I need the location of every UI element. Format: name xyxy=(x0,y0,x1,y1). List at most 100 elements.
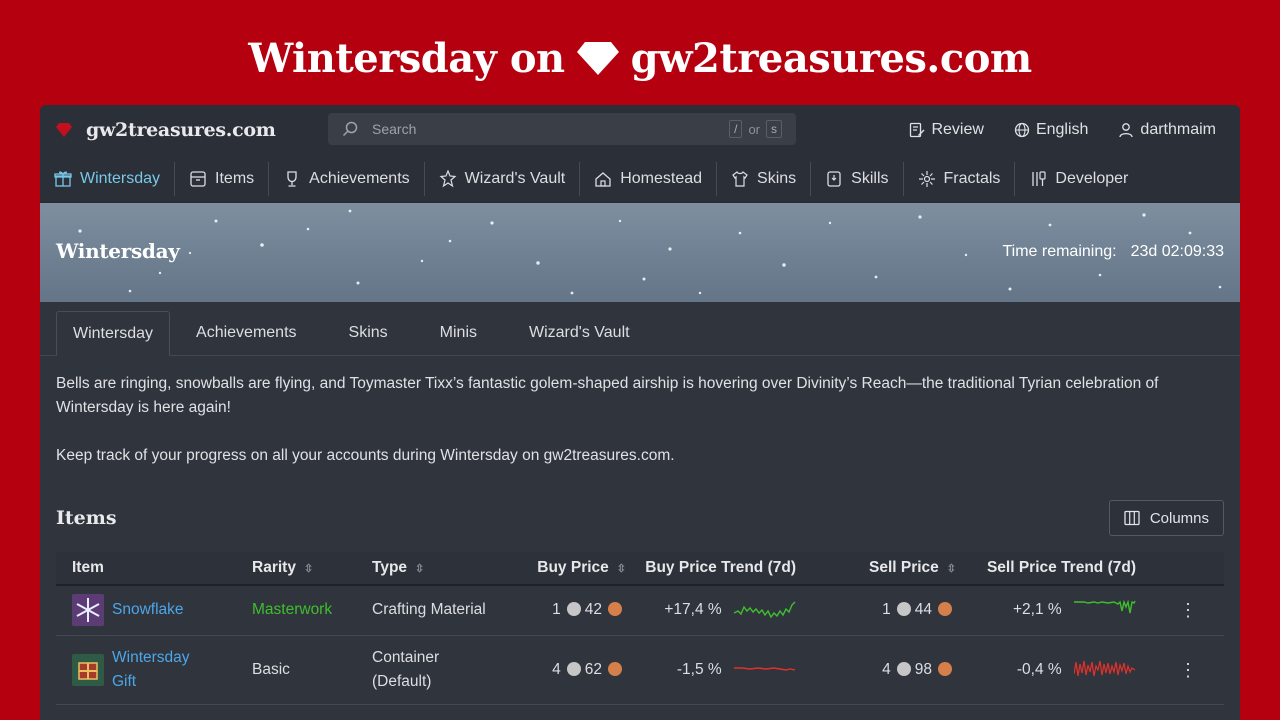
item-cell: Wintersday Gift xyxy=(56,635,236,705)
column-header-actions xyxy=(1136,552,1224,586)
buy-trend-sparkline xyxy=(733,601,796,619)
search-shortcut-key-s: s xyxy=(766,120,782,138)
type-cell: Container (Default) xyxy=(356,635,496,705)
banner-title-site: gw2treasures.com xyxy=(630,34,1033,82)
nav-label: Homestead xyxy=(620,169,703,187)
nav-label: Wintersday xyxy=(80,169,161,187)
sell-price-cell: 4 98 xyxy=(796,635,956,705)
column-header-item: Item xyxy=(56,552,236,586)
nav-item-homestead[interactable]: Homestead xyxy=(580,161,718,196)
item-link[interactable]: Snowflake xyxy=(112,601,184,619)
buy-price-cell: 1 42 xyxy=(496,585,626,636)
nav-item-developer[interactable]: Developer xyxy=(1015,162,1142,196)
tab-achievements[interactable]: Achievements xyxy=(170,310,323,355)
search-shortcut-or: or xyxy=(748,121,760,137)
silver-coin-icon xyxy=(896,661,911,676)
skill-icon xyxy=(827,170,841,187)
snowflake-item-icon xyxy=(72,594,104,627)
tab-wizards-vault[interactable]: Wizard's Vault xyxy=(503,310,656,355)
silver-coin-icon xyxy=(566,602,581,617)
user-menu[interactable]: darthmaim xyxy=(1118,121,1216,139)
search-icon xyxy=(342,121,358,137)
nav-item-wizards-vault[interactable]: Wizard's Vault xyxy=(425,161,581,196)
logo-text: gw2treasures.com xyxy=(86,119,276,141)
nav-item-achievements[interactable]: Achievements xyxy=(269,161,425,196)
column-header-rarity[interactable]: Rarity ⇳ xyxy=(236,552,356,586)
columns-button-label: Columns xyxy=(1149,509,1209,527)
row-actions-menu[interactable]: ⋮ xyxy=(1136,635,1224,705)
nav-item-wintersday[interactable]: Wintersday xyxy=(40,161,176,196)
page-banner: Wintersday on gw2treasures.com xyxy=(0,30,1280,86)
type-cell: Crafting Material xyxy=(356,585,496,636)
trophy-icon xyxy=(287,170,297,187)
silver-coin-icon xyxy=(896,602,911,617)
site-logo[interactable]: gw2treasures.com xyxy=(56,119,276,141)
shirt-icon xyxy=(732,170,748,187)
search-box[interactable]: / or s xyxy=(328,113,796,145)
sell-trend-sparkline xyxy=(1073,661,1136,677)
tab-skins[interactable]: Skins xyxy=(323,310,414,355)
language-selector[interactable]: English xyxy=(1014,121,1088,139)
column-header-sell-price[interactable]: Sell Price ⇳ xyxy=(796,552,956,586)
sort-icon[interactable]: ⇳ xyxy=(304,563,313,575)
description-paragraph: Bells are ringing, snowballs are flying,… xyxy=(56,375,1159,416)
column-header-sell-trend: Sell Price Trend (7d) xyxy=(956,552,1136,586)
row-actions-menu[interactable]: ⋮ xyxy=(1136,585,1224,636)
tab-minis[interactable]: Minis xyxy=(414,310,503,355)
tab-wintersday[interactable]: Wintersday xyxy=(56,311,171,356)
time-remaining-label: Time remaining: xyxy=(1002,243,1117,260)
sort-icon[interactable]: ⇳ xyxy=(415,563,424,575)
gift-item-icon xyxy=(72,653,104,686)
description-paragraph: Keep track of your progress on all your … xyxy=(56,447,675,464)
vault-icon xyxy=(439,169,457,187)
fractal-icon xyxy=(918,170,935,187)
copper-coin-icon xyxy=(608,661,622,676)
items-heading: Items xyxy=(56,507,117,529)
time-remaining-value: 23d 02:09:33 xyxy=(1130,243,1224,260)
gem-icon xyxy=(576,42,619,75)
sell-trend-cell: -0,4 % xyxy=(956,635,1136,705)
browser-window: gw2treasures.com / or s Review xyxy=(40,105,1240,720)
table-row: Snowflake Masterwork Crafting Material 1… xyxy=(56,585,1224,636)
time-remaining: Time remaining: 23d 02:09:33 xyxy=(1002,243,1224,261)
top-right-menu: Review English darthmaim xyxy=(909,105,1216,155)
copper-coin-icon xyxy=(938,661,952,676)
gift-icon xyxy=(54,170,72,187)
review-label: Review xyxy=(931,121,984,138)
nav-item-fractals[interactable]: Fractals xyxy=(904,161,1016,196)
nav-item-items[interactable]: Items xyxy=(175,161,270,196)
sort-icon[interactable]: ⇳ xyxy=(947,563,956,575)
review-icon xyxy=(910,122,925,138)
column-header-buy-price[interactable]: Buy Price ⇳ xyxy=(496,552,626,586)
review-link[interactable]: Review xyxy=(909,121,984,139)
main-nav: Wintersday Items Achievements Wizard's V… xyxy=(40,155,1240,203)
search-shortcut-key-slash: / xyxy=(729,120,743,138)
sell-trend-cell: +2,1 % xyxy=(956,585,1136,636)
sort-icon[interactable]: ⇳ xyxy=(617,563,626,575)
nav-item-skins[interactable]: Skins xyxy=(717,161,812,196)
rarity-cell: Basic xyxy=(236,635,356,705)
nav-label: Developer xyxy=(1055,169,1129,187)
banner-title-prefix: Wintersday on xyxy=(248,34,565,82)
box-icon xyxy=(190,170,206,187)
copper-coin-icon xyxy=(938,602,952,617)
columns-button[interactable]: Columns xyxy=(1108,500,1224,536)
tools-icon xyxy=(1032,170,1047,186)
nav-item-skills[interactable]: Skills xyxy=(811,161,904,196)
nav-label: Skins xyxy=(757,169,797,187)
copper-coin-icon xyxy=(608,602,622,617)
nav-label: Items xyxy=(215,169,255,187)
rarity-cell: Masterwork xyxy=(236,585,356,636)
table-header-row: Item Rarity ⇳ Type ⇳ Buy Price ⇳ Buy Price … xyxy=(56,552,1224,586)
item-cell: Snowflake xyxy=(56,585,236,636)
event-hero: Wintersday Time remaining: 23d 02:09:33 xyxy=(40,203,1240,302)
items-section-header: Items Columns xyxy=(56,500,1224,536)
globe-icon xyxy=(1014,122,1030,138)
column-header-buy-trend: Buy Price Trend (7d) xyxy=(626,552,796,586)
column-header-type[interactable]: Type ⇳ xyxy=(356,552,496,586)
search-input[interactable] xyxy=(372,121,730,137)
item-link[interactable]: Wintersday Gift xyxy=(112,646,190,694)
nav-label: Wizard's Vault xyxy=(464,169,566,187)
event-description: Bells are ringing, snowballs are flying,… xyxy=(40,356,1240,468)
buy-trend-cell: -1,5 % xyxy=(626,635,796,705)
